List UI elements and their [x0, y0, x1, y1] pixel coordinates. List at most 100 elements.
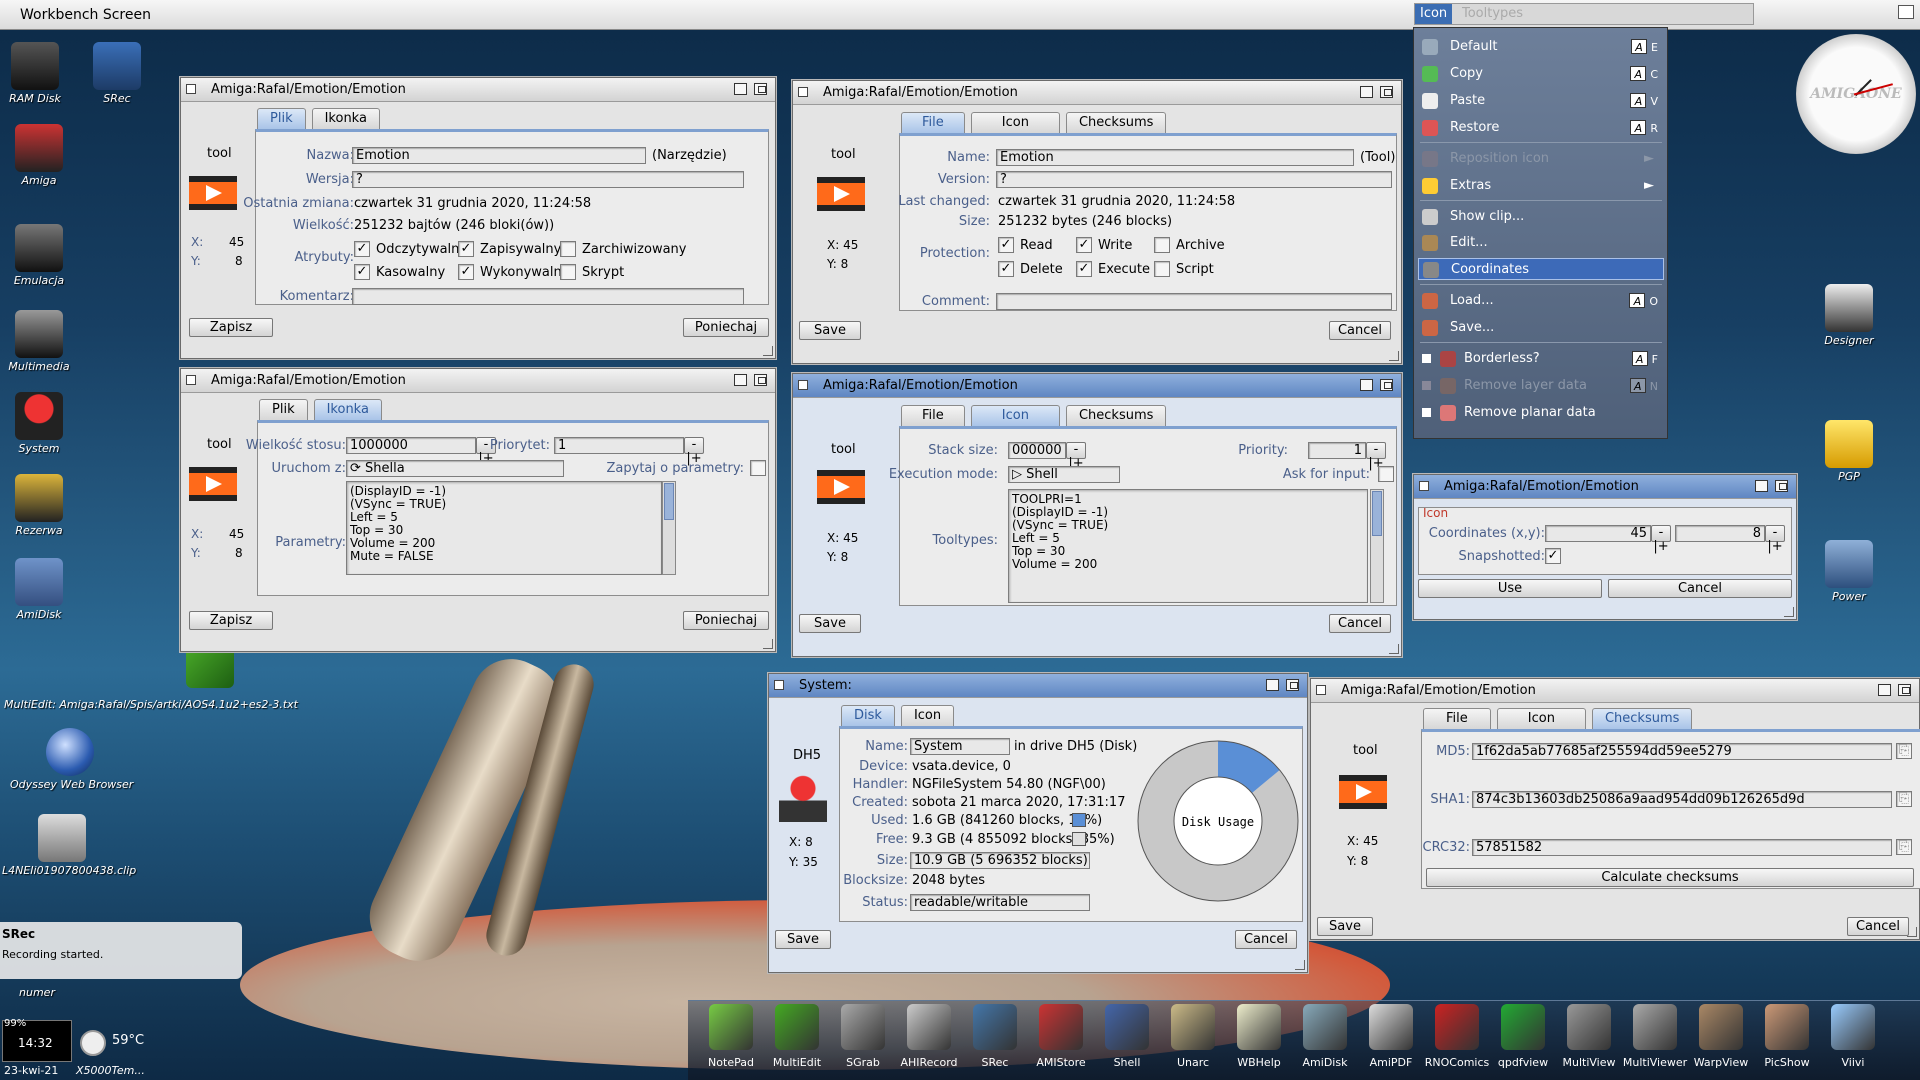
save-button[interactable]: Save: [799, 321, 861, 340]
coord-x-field[interactable]: 45: [1545, 525, 1651, 542]
close-gadget[interactable]: [186, 375, 196, 385]
dock-item-viivi[interactable]: Viivi: [1820, 1004, 1886, 1069]
params-scrollbar[interactable]: [662, 481, 676, 575]
version-field[interactable]: ?: [996, 171, 1392, 188]
execute-checkbox[interactable]: ✓: [1076, 261, 1092, 277]
scrollbar-knob[interactable]: [1372, 491, 1382, 536]
tab-ikonka[interactable]: Ikonka: [313, 399, 382, 420]
desktop-icon-pgp[interactable]: PGP: [1804, 420, 1894, 483]
zoom-gadget[interactable]: [1266, 679, 1279, 691]
window-titlebar[interactable]: System:: [769, 674, 1307, 698]
info-window-ikonka[interactable]: Amiga:Rafal/Emotion/Emotion tool X: 45 Y…: [180, 368, 776, 652]
menu-item-coordinates[interactable]: Coordinates: [1418, 258, 1664, 280]
params-textarea[interactable]: (DisplayID = -1) (VSync = TRUE) Left = 5…: [346, 481, 662, 575]
dock-item-warpview[interactable]: WarpView: [1688, 1004, 1754, 1069]
window-titlebar[interactable]: Amiga:Rafal/Emotion/Emotion: [181, 78, 775, 102]
window-titlebar[interactable]: Amiga:Rafal/Emotion/Emotion: [793, 81, 1401, 105]
desktop-icon-system[interactable]: System: [0, 392, 84, 455]
priority-field[interactable]: 1: [554, 437, 684, 454]
tooltypes-textarea[interactable]: TOOLPRI=1 (DisplayID = -1) (VSync = TRUE…: [1008, 489, 1368, 603]
write-checkbox[interactable]: ✓: [1076, 237, 1092, 253]
tab-plik[interactable]: Plik: [257, 108, 306, 129]
close-gadget[interactable]: [1419, 481, 1429, 491]
menu-item-remove-planar[interactable]: Remove planar data: [1418, 402, 1664, 424]
desktop-icon-numer[interactable]: numer: [0, 978, 82, 999]
resize-gadget[interactable]: [1907, 927, 1917, 937]
close-gadget[interactable]: [798, 380, 808, 390]
icon-menu[interactable]: Default A E Copy A C Paste A V Restore A R Repos…: [1413, 27, 1668, 439]
dock-item-multiedit[interactable]: MultiEdit: [764, 1004, 830, 1069]
coord-x-stepper[interactable]: -|+: [1651, 525, 1671, 554]
dock-item-rnocomics[interactable]: RNOComics: [1424, 1004, 1490, 1069]
kasowalny-checkbox[interactable]: ✓: [354, 264, 370, 280]
zapisz-button[interactable]: Zapisz: [189, 611, 273, 630]
cancel-button[interactable]: Cancel: [1329, 321, 1391, 340]
depth-gadget[interactable]: [1380, 86, 1393, 98]
coord-y-stepper[interactable]: -|+: [1765, 525, 1785, 554]
depth-gadget[interactable]: [1380, 379, 1393, 391]
disk-info-window[interactable]: System: DH5 X: 8 Y: 35 Disk Icon Name: S…: [768, 673, 1308, 973]
menu-item-borderless[interactable]: Borderless? A F: [1418, 348, 1664, 370]
poniechaj-button[interactable]: Poniechaj: [683, 611, 769, 630]
tab-icon[interactable]: Icon: [970, 405, 1060, 426]
window-titlebar[interactable]: Amiga:Rafal/Emotion/Emotion: [1311, 679, 1919, 703]
dock-item-unarc[interactable]: Unarc: [1160, 1004, 1226, 1069]
info-window-file[interactable]: Amiga:Rafal/Emotion/Emotion tool X: 45 Y…: [792, 80, 1402, 364]
menu-item-edit[interactable]: Edit...: [1418, 232, 1664, 254]
name-field[interactable]: Emotion: [996, 149, 1354, 166]
tab-checksums[interactable]: Checksums: [1065, 112, 1167, 133]
run-cycle[interactable]: ⟳ Shella: [346, 460, 564, 477]
info-window-plik[interactable]: Amiga:Rafal/Emotion/Emotion tool X: 45 Y…: [180, 77, 776, 359]
zarchiwizowany-checkbox[interactable]: [560, 241, 576, 257]
desktop-icon-odyssey[interactable]: Odyssey Web Browser: [10, 728, 133, 791]
menu-item-save[interactable]: Save...: [1418, 317, 1664, 339]
close-gadget[interactable]: [186, 84, 196, 94]
tab-file[interactable]: File: [901, 112, 965, 133]
dock-item-amipdf[interactable]: AmiPDF: [1358, 1004, 1424, 1069]
sha1-copy-icon[interactable]: ⎘: [1896, 791, 1912, 807]
sha1-field[interactable]: 874c3b13603db25086a9aad954dd09b126265d9d: [1472, 791, 1892, 808]
coordinates-window[interactable]: Amiga:Rafal/Emotion/Emotion Icon Coordin…: [1413, 474, 1797, 620]
menu-item-show-clip[interactable]: Show clip...: [1418, 206, 1664, 228]
planar-checkmark[interactable]: [1422, 408, 1431, 417]
desktop-icon-power[interactable]: Power: [1804, 540, 1894, 603]
menu-item-extras[interactable]: Extras ►: [1418, 175, 1664, 197]
coord-y-field[interactable]: 8: [1675, 525, 1765, 542]
tab-plik[interactable]: Plik: [259, 399, 308, 420]
cancel-button[interactable]: Cancel: [1608, 579, 1792, 598]
zoom-gadget[interactable]: [734, 374, 747, 386]
komentarz-field[interactable]: [352, 288, 744, 305]
dock-item-shell[interactable]: Shell: [1094, 1004, 1160, 1069]
zoom-gadget[interactable]: [1360, 379, 1373, 391]
resize-gadget[interactable]: [1784, 607, 1794, 617]
dock-item-wbhelp[interactable]: WBHelp: [1226, 1004, 1292, 1069]
menu-item-copy[interactable]: Copy A C: [1418, 63, 1664, 85]
snapshotted-checkbox[interactable]: ✓: [1545, 548, 1561, 564]
resize-gadget[interactable]: [1295, 960, 1305, 970]
borderless-checkmark[interactable]: [1422, 354, 1431, 363]
zapisywalny-checkbox[interactable]: ✓: [458, 241, 474, 257]
priority-field[interactable]: 1: [1308, 442, 1366, 459]
skrypt-checkbox[interactable]: [560, 264, 576, 280]
odczytywalny-checkbox[interactable]: ✓: [354, 241, 370, 257]
dock-item-qpdfview[interactable]: qpdfview: [1490, 1004, 1556, 1069]
stack-field[interactable]: 1000000: [346, 437, 476, 454]
priority-stepper[interactable]: -|+: [1366, 442, 1386, 471]
menu-item-restore[interactable]: Restore A R: [1418, 117, 1664, 139]
window-titlebar[interactable]: Amiga:Rafal/Emotion/Emotion: [793, 374, 1401, 398]
cancel-button[interactable]: Cancel: [1235, 930, 1297, 949]
name-field[interactable]: System: [910, 738, 1010, 755]
tab-ikonka[interactable]: Ikonka: [311, 108, 380, 129]
crc32-copy-icon[interactable]: ⎘: [1896, 839, 1912, 855]
desktop-icon-clip[interactable]: L4NEIi01907800438.clip: [2, 814, 136, 877]
resize-gadget[interactable]: [1389, 351, 1399, 361]
stack-field[interactable]: 000000: [1008, 442, 1066, 459]
tab-checksums[interactable]: Checksums: [1065, 405, 1167, 426]
dock-item-notepad[interactable]: NotePad: [698, 1004, 764, 1069]
scrollbar-knob[interactable]: [664, 483, 674, 520]
tab-icon[interactable]: Icon: [970, 112, 1060, 133]
stack-stepper[interactable]: -|+: [1066, 442, 1086, 471]
resize-gadget[interactable]: [763, 639, 773, 649]
comment-field[interactable]: [996, 293, 1392, 310]
read-checkbox[interactable]: ✓: [998, 237, 1014, 253]
